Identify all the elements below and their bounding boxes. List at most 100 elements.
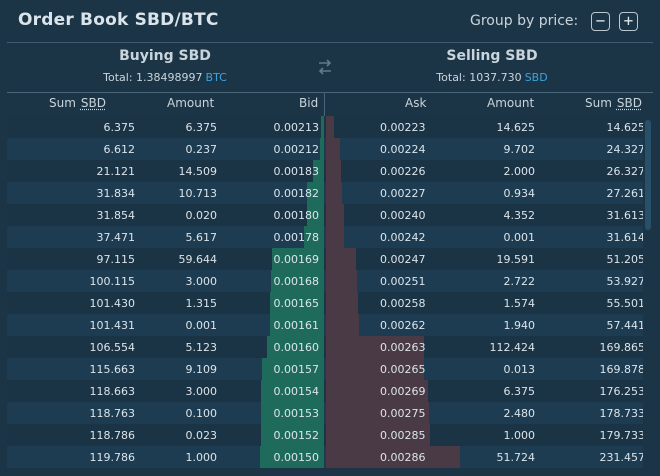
col-sell-sum[interactable]: Sum SBD — [585, 96, 642, 110]
table-row[interactable]: 6.375 6.375 0.00213 0.00223 14.625 14.625 — [7, 116, 653, 138]
table-row[interactable]: 119.786 1.000 0.00150 0.00286 51.724 231.457 — [7, 446, 653, 468]
cell-bid: 0.00212 — [273, 143, 320, 156]
col-sell-sum-unit[interactable]: SBD — [617, 96, 642, 110]
cell-sell-sum: 31.613 — [606, 209, 646, 222]
cell-sell-sum: 27.261 — [606, 187, 646, 200]
cell-buy-sum: 118.663 — [89, 385, 136, 398]
buy-side-title: Buying SBD — [119, 48, 211, 64]
table-row[interactable]: 31.834 10.713 0.00182 0.00227 0.934 27.261 — [7, 182, 653, 204]
cell-bid: 0.00160 — [273, 341, 320, 354]
cell-ask: 0.00223 — [380, 121, 426, 134]
table-row[interactable]: 97.115 59.644 0.00169 0.00247 19.591 51.205 — [7, 248, 653, 270]
table-row[interactable]: 101.431 0.001 0.00161 0.00262 1.940 57.441 — [7, 314, 653, 336]
cell-bid: 0.00168 — [273, 275, 320, 288]
col-bid: Bid — [299, 96, 319, 110]
cell-sell-amount: 14.625 — [496, 121, 536, 134]
cell-bid: 0.00183 — [273, 165, 320, 178]
group-decrease-button[interactable]: − — [591, 12, 610, 31]
scrollbar-thumb[interactable] — [645, 120, 651, 230]
cell-bid: 0.00161 — [273, 319, 320, 332]
table-row[interactable]: 101.430 1.315 0.00165 0.00258 1.574 55.501 — [7, 292, 653, 314]
table-row[interactable]: 31.854 0.020 0.00180 0.00240 4.352 31.613 — [7, 204, 653, 226]
cell-buy-sum: 37.471 — [96, 231, 136, 244]
cell-sell-sum: 169.865 — [599, 341, 646, 354]
group-by-price-label: Group by price: — [470, 13, 579, 29]
cell-buy-sum: 31.834 — [96, 187, 136, 200]
table-row[interactable]: 118.663 3.000 0.00154 0.00269 6.375 176.253 — [7, 380, 653, 402]
cell-bid: 0.00154 — [273, 385, 320, 398]
table-row[interactable]: 118.786 0.023 0.00152 0.00285 1.000 179.733 — [7, 424, 653, 446]
order-book-panel: Order Book SBD/BTC Group by price: − + B… — [0, 0, 660, 476]
cell-ask: 0.00240 — [380, 209, 426, 222]
cell-sell-sum: 31.614 — [606, 231, 646, 244]
table-row[interactable]: 115.663 9.109 0.00157 0.00265 0.013 169.878 — [7, 358, 653, 380]
cell-sell-sum: 55.501 — [606, 297, 646, 310]
cell-buy-amount: 59.644 — [178, 253, 218, 266]
cell-bid: 0.00180 — [273, 209, 320, 222]
col-buy-sum[interactable]: Sum SBD — [49, 96, 106, 110]
cell-buy-amount: 5.617 — [185, 231, 218, 244]
cell-sell-amount: 9.702 — [503, 143, 536, 156]
cell-sell-amount: 19.591 — [496, 253, 536, 266]
group-increase-button[interactable]: + — [619, 12, 638, 31]
cell-buy-sum: 115.663 — [89, 363, 136, 376]
cell-sell-amount: 2.480 — [503, 407, 536, 420]
cell-sell-sum: 26.327 — [606, 165, 646, 178]
cell-ask: 0.00285 — [380, 429, 426, 442]
cell-ask: 0.00269 — [380, 385, 426, 398]
cell-buy-amount: 14.509 — [178, 165, 218, 178]
cell-buy-amount: 10.713 — [178, 187, 218, 200]
cell-sell-amount: 51.724 — [496, 451, 536, 464]
buy-side-header: Buying SBD Total: 1.38498997 BTC — [7, 43, 323, 91]
title-bar: Order Book SBD/BTC Group by price: − + — [0, 0, 660, 42]
cell-ask: 0.00226 — [380, 165, 426, 178]
cell-buy-sum: 6.612 — [103, 143, 136, 156]
cell-buy-sum: 97.115 — [96, 253, 136, 266]
cell-buy-amount: 1.000 — [185, 451, 218, 464]
cell-buy-sum: 6.375 — [103, 121, 136, 134]
cell-buy-amount: 0.023 — [185, 429, 218, 442]
cell-sell-sum: 176.253 — [599, 385, 646, 398]
cell-sell-sum: 24.327 — [606, 143, 646, 156]
table-row[interactable]: 6.612 0.237 0.00212 0.00224 9.702 24.327 — [7, 138, 653, 160]
table-row[interactable]: 100.115 3.000 0.00168 0.00251 2.722 53.927 — [7, 270, 653, 292]
cell-sell-amount: 1.000 — [503, 429, 536, 442]
ask-depth-bar — [326, 138, 340, 160]
col-buy-sum-label: Sum — [49, 96, 76, 110]
cell-buy-sum: 106.554 — [89, 341, 136, 354]
table-row[interactable]: 106.554 5.123 0.00160 0.00263 112.424 169.865 — [7, 336, 653, 358]
cell-bid: 0.00150 — [273, 451, 320, 464]
cell-bid: 0.00178 — [273, 231, 320, 244]
buy-side-total: Total: 1.38498997 BTC — [7, 71, 323, 84]
cell-buy-sum: 101.430 — [89, 297, 136, 310]
buy-total-value: Total: 1.38498997 — [103, 71, 203, 84]
sell-total-value: Total: 1037.730 — [436, 71, 522, 84]
cell-bid: 0.00169 — [273, 253, 320, 266]
cell-bid: 0.00157 — [273, 363, 320, 376]
col-sell-amount: Amount — [487, 96, 535, 110]
col-ask: Ask — [405, 96, 427, 110]
cell-ask: 0.00265 — [380, 363, 426, 376]
cell-buy-amount: 0.020 — [185, 209, 218, 222]
sell-side-title: Selling SBD — [446, 48, 538, 64]
table-row[interactable]: 118.763 0.100 0.00153 0.00275 2.480 178.733 — [7, 402, 653, 424]
col-buy-amount: Amount — [167, 96, 215, 110]
cell-buy-sum: 21.121 — [96, 165, 136, 178]
cell-sell-amount: 0.934 — [503, 187, 536, 200]
ask-depth-bar — [326, 226, 344, 248]
cell-sell-amount: 6.375 — [503, 385, 536, 398]
table-row[interactable]: 21.121 14.509 0.00183 0.00226 2.000 26.327 — [7, 160, 653, 182]
cell-sell-amount: 4.352 — [503, 209, 536, 222]
table-row[interactable]: 37.471 5.617 0.00178 0.00242 0.001 31.614 — [7, 226, 653, 248]
ask-depth-bar — [326, 270, 357, 292]
cell-buy-sum: 31.854 — [96, 209, 136, 222]
cell-buy-amount: 9.109 — [185, 363, 218, 376]
cell-sell-sum: 14.625 — [606, 121, 646, 134]
ask-depth-bar — [326, 292, 358, 314]
cell-ask: 0.00251 — [380, 275, 426, 288]
sell-total-unit: SBD — [524, 71, 548, 84]
cell-ask: 0.00227 — [380, 187, 426, 200]
cell-ask: 0.00275 — [380, 407, 426, 420]
cell-ask: 0.00247 — [380, 253, 426, 266]
col-buy-sum-unit[interactable]: SBD — [81, 96, 106, 110]
